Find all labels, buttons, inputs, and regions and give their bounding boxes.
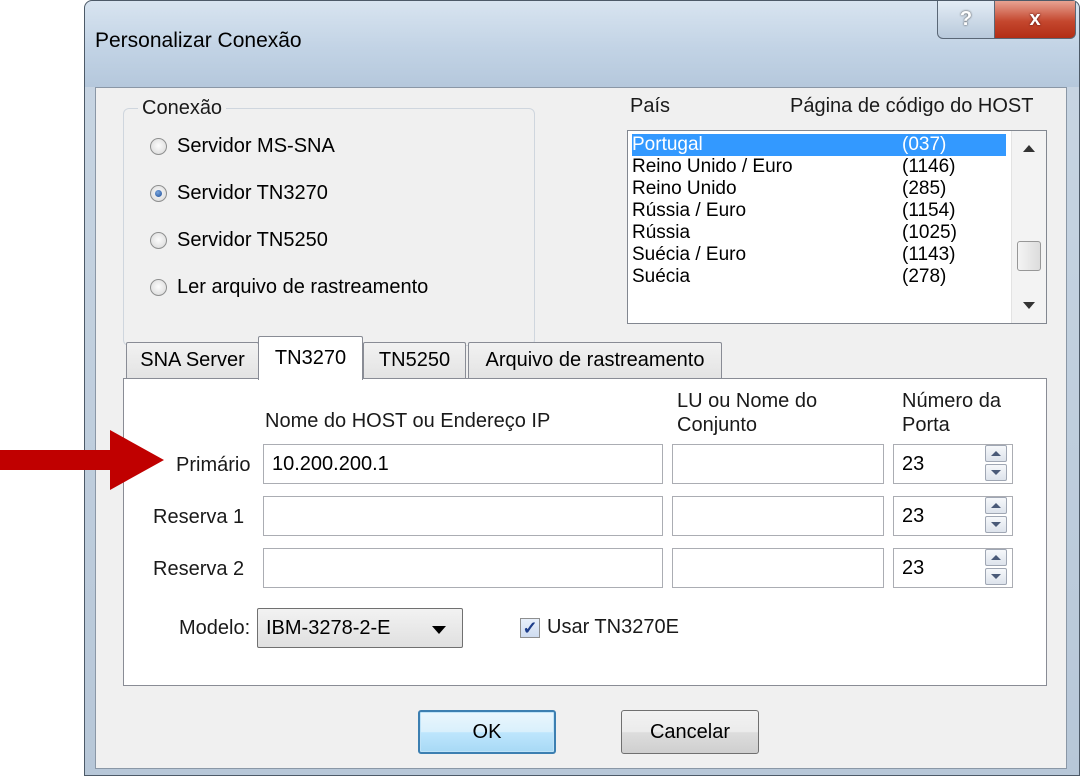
primary-lu-input[interactable]: [672, 444, 884, 484]
backup2-host-input[interactable]: [263, 548, 663, 588]
dialog-client-area: Conexão Servidor MS-SNA Servidor TN3270 …: [95, 87, 1067, 769]
port-column-header-line2: Porta: [902, 414, 950, 436]
close-button[interactable]: x: [994, 1, 1076, 39]
use-tn3270e-checkbox[interactable]: ✓: [520, 618, 540, 638]
spin-up-icon[interactable]: [985, 497, 1007, 514]
use-tn3270e-label: Usar TN3270E: [547, 616, 679, 638]
port-column-header-line1: Número da: [902, 390, 1001, 412]
spin-down-icon[interactable]: [985, 464, 1007, 481]
spin-up-icon[interactable]: [985, 445, 1007, 462]
backup2-port-spinner[interactable]: [985, 549, 1009, 587]
backup1-label: Reserva 1: [153, 506, 245, 528]
spin-down-icon[interactable]: [985, 516, 1007, 533]
primary-label: Primário: [176, 454, 251, 476]
lu-column-header-line1: LU ou Nome do: [677, 390, 818, 412]
primary-host-input[interactable]: 10.200.200.1: [263, 444, 663, 484]
title-bar[interactable]: Personalizar Conexão ? x: [85, 1, 1079, 87]
spin-up-icon[interactable]: [985, 549, 1007, 566]
dialog-window: Personalizar Conexão ? x Conexão Servido…: [84, 0, 1080, 776]
model-select-value: IBM-3278-2-E: [266, 617, 391, 639]
model-select[interactable]: IBM-3278-2-E: [257, 608, 463, 648]
help-button[interactable]: ?: [937, 1, 995, 39]
model-label: Modelo:: [179, 617, 251, 639]
backup1-host-input[interactable]: [263, 496, 663, 536]
window-title: Personalizar Conexão: [95, 29, 302, 52]
spin-down-icon[interactable]: [985, 568, 1007, 585]
backup1-port-spinner[interactable]: [985, 497, 1009, 535]
red-arrow-icon: [0, 430, 164, 490]
primary-port-spinner[interactable]: [985, 445, 1009, 483]
lu-column-header-line2: Conjunto: [677, 414, 758, 436]
backup1-lu-input[interactable]: [672, 496, 884, 536]
backup2-lu-input[interactable]: [672, 548, 884, 588]
backup2-label: Reserva 2: [153, 558, 245, 580]
host-column-header: Nome do HOST ou Endereço IP: [265, 410, 551, 432]
chevron-down-icon[interactable]: [432, 626, 446, 634]
